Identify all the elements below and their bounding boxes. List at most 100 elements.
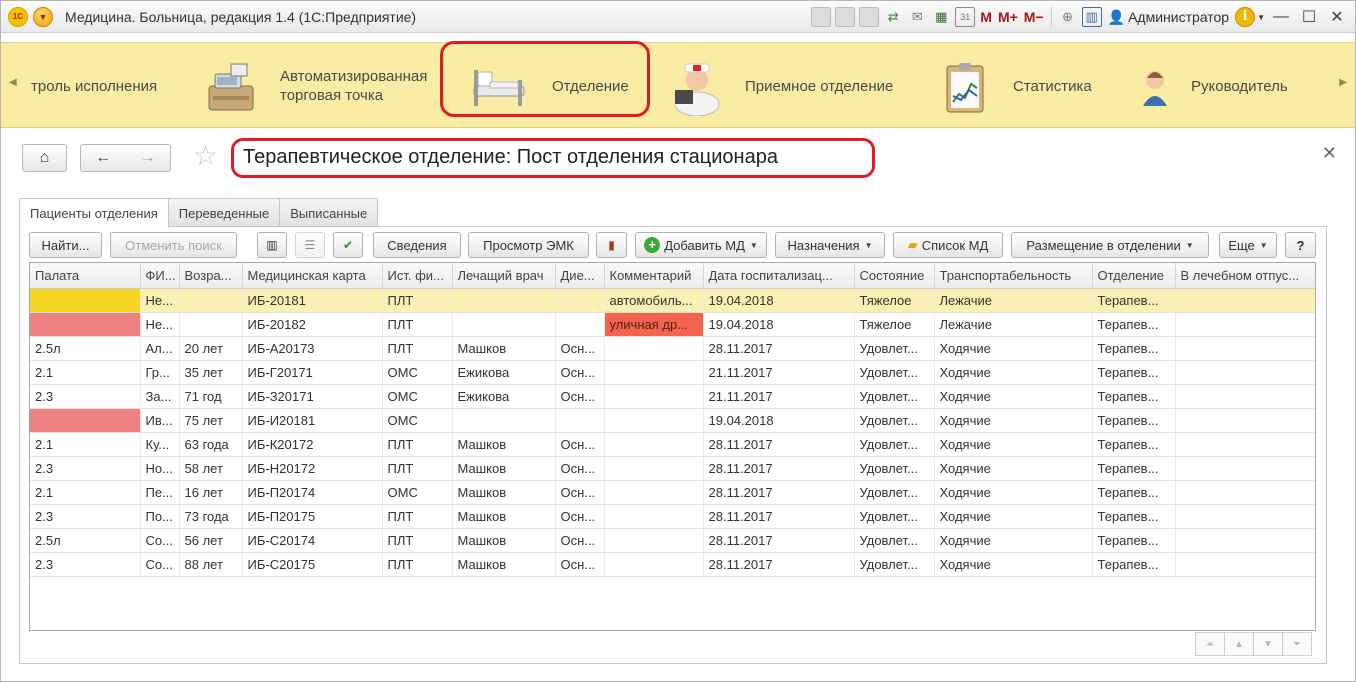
column-header[interactable]: ФИ... xyxy=(140,263,180,289)
form-title: Терапевтическое отделение: Пост отделени… xyxy=(243,146,778,168)
print-icon[interactable] xyxy=(835,7,856,27)
column-header[interactable]: Ист. фи... xyxy=(382,263,453,289)
find-button[interactable]: Найти... xyxy=(29,232,102,258)
md-list-button[interactable]: ▰ Список МД xyxy=(893,232,1003,258)
close-window-button[interactable]: ✕ xyxy=(1325,6,1349,28)
save-icon[interactable] xyxy=(811,7,832,27)
section-manager[interactable]: Руководитель xyxy=(1127,43,1288,129)
memory-m-minus-button[interactable]: M− xyxy=(1024,9,1044,25)
calendar-icon[interactable]: 31 xyxy=(955,7,976,27)
barcode-button[interactable]: ▥ xyxy=(257,232,287,258)
table-cell: 19.04.2018 xyxy=(703,288,855,313)
table-row[interactable]: 2.1 Ку... 63 года ИБ-К20172 ПЛТ Машков Осн... 2… xyxy=(30,432,1315,457)
minimize-button[interactable]: — xyxy=(1269,6,1293,28)
table-row[interactable]: Ив... 75 лет ИБ-И20181 ОМС 19.04.2018 Удовлет… xyxy=(30,408,1315,433)
section-admission[interactable]: Приемное отделение xyxy=(667,43,893,129)
details-button[interactable]: Сведения xyxy=(373,232,461,258)
tab-discharged[interactable]: Выписанные xyxy=(279,198,379,227)
add-md-button[interactable]: + Добавить МД ▼ xyxy=(635,232,767,258)
page-down-icon[interactable]: ▼ xyxy=(1253,632,1283,656)
clipboard-check-button[interactable]: ✔ xyxy=(333,232,363,258)
appointments-button[interactable]: Назначения ▼ xyxy=(775,232,885,258)
section-execution-control[interactable]: троль исполнения xyxy=(31,43,157,129)
column-header[interactable]: Комментарий xyxy=(604,263,704,289)
table-cell: Ходячие xyxy=(934,456,1093,481)
preview-icon[interactable] xyxy=(859,7,880,27)
table-cell: Ходячие xyxy=(934,504,1093,529)
favorite-star-icon[interactable]: ☆ xyxy=(193,142,218,170)
info-menu-caret-icon[interactable]: ▼ xyxy=(1257,13,1265,22)
back-arrow-icon[interactable]: ← xyxy=(95,149,111,167)
table-cell: Лежачие xyxy=(934,312,1093,337)
scroll-left-icon[interactable]: ◀ xyxy=(9,77,17,88)
table-cell: ПЛТ xyxy=(382,504,453,529)
user-menu[interactable]: 👤 Администратор xyxy=(1108,9,1229,26)
page-up-icon[interactable]: ▲ xyxy=(1224,632,1254,656)
table-cell: ИБ-С20175 xyxy=(242,552,383,577)
close-form-icon[interactable]: ✕ xyxy=(1322,143,1337,164)
column-header[interactable]: Транспортабельность xyxy=(934,263,1093,289)
column-header[interactable]: Отделение xyxy=(1092,263,1176,289)
table-row[interactable]: 2.3 За... 71 год ИБ-З20171 ОМС Ежикова Осн... 2… xyxy=(30,384,1315,409)
last-row-icon[interactable]: ⏷ xyxy=(1282,632,1312,656)
section-statistics[interactable]: Статистика xyxy=(937,43,1092,129)
patients-grid[interactable]: Палата ФИ... Возра... Медицинская карта Ист.… xyxy=(29,262,1316,631)
table-row[interactable]: Не... ИБ-20181 ПЛТ автомобиль... 19.04.2018 Т… xyxy=(30,288,1315,313)
document-list-button[interactable]: ☰ xyxy=(295,232,325,258)
view-emk-button[interactable]: Просмотр ЭМК xyxy=(468,232,589,258)
table-row[interactable]: 2.5л Ал... 20 лет ИБ-А20173 ПЛТ Машков Осн... 2… xyxy=(30,336,1315,361)
placement-button[interactable]: Размещение в отделении ▼ xyxy=(1011,232,1209,258)
user-name: Администратор xyxy=(1128,9,1230,25)
column-header[interactable]: Возра... xyxy=(179,263,243,289)
calculator-icon[interactable]: ▦ xyxy=(931,7,951,27)
email-icon[interactable]: ✉ xyxy=(907,7,927,27)
table-cell: ИБ-20181 xyxy=(242,288,383,313)
table-cell: ИБ-20182 xyxy=(242,312,383,337)
table-cell: Терапев... xyxy=(1092,504,1176,529)
table-row[interactable]: Не... ИБ-20182 ПЛТ уличная др... 19.04.2018 Т… xyxy=(30,312,1315,337)
table-cell: Ходячие xyxy=(934,432,1093,457)
table-row[interactable]: 2.3 По... 73 года ИБ-П20175 ПЛТ Машков Осн... 2… xyxy=(30,504,1315,529)
scroll-right-icon[interactable]: ▶ xyxy=(1339,77,1347,88)
maximize-button[interactable]: ☐ xyxy=(1297,6,1321,28)
tab-transferred[interactable]: Переведенные xyxy=(167,198,281,227)
table-row[interactable]: 2.5л Со... 56 лет ИБ-С20174 ПЛТ Машков Осн... 2… xyxy=(30,528,1315,553)
section-trading-point[interactable]: Автоматизированная торговая точка xyxy=(201,43,427,129)
table-row[interactable]: 2.1 Гр... 35 лет ИБ-Г20171 ОМС Ежикова Осн... 2… xyxy=(30,360,1315,385)
table-cell: ИБ-А20173 xyxy=(242,336,383,361)
help-button[interactable]: ? xyxy=(1285,232,1316,258)
column-header[interactable]: Лечащий врач xyxy=(452,263,556,289)
table-cell xyxy=(1175,288,1315,313)
memory-m-button[interactable]: M xyxy=(980,9,992,25)
panels-icon[interactable]: ▥ xyxy=(1081,7,1102,27)
home-button[interactable]: ⌂ xyxy=(22,144,67,172)
table-cell xyxy=(1175,504,1315,529)
window-title: Медицина. Больница, редакция 1.4 (1С:Пре… xyxy=(65,8,417,25)
info-icon[interactable]: i xyxy=(1235,7,1256,27)
table-row[interactable]: 2.3 Со... 88 лет ИБ-С20175 ПЛТ Машков Осн... 28… xyxy=(30,552,1315,577)
section-label: Статистика xyxy=(1013,77,1092,95)
tab-patients[interactable]: Пациенты отделения xyxy=(19,198,169,228)
section-label: Руководитель xyxy=(1191,77,1288,95)
cancel-search-button[interactable]: Отменить поиск xyxy=(110,232,237,258)
chart-button[interactable]: ▮ xyxy=(596,232,627,258)
more-button[interactable]: Еще ▼ xyxy=(1219,232,1277,258)
column-header[interactable]: Дата госпитализац... xyxy=(703,263,855,289)
column-header[interactable]: В лечебном отпус... xyxy=(1175,263,1315,289)
column-header[interactable]: Палата xyxy=(30,263,141,289)
column-header[interactable]: Состояние xyxy=(854,263,935,289)
forward-arrow-icon[interactable]: → xyxy=(140,149,156,167)
link-icon[interactable]: ⇄ xyxy=(883,7,903,27)
zoom-icon[interactable]: ⊕ xyxy=(1058,7,1078,27)
table-body: Не... ИБ-20181 ПЛТ автомобиль... 19.04.2018 Т… xyxy=(30,288,1315,577)
table-row[interactable]: 2.1 Пе... 16 лет ИБ-П20174 ОМС Машков Осн... 28… xyxy=(30,480,1315,505)
memory-m-plus-button[interactable]: M+ xyxy=(998,9,1018,25)
main-menu-icon[interactable]: ▼ xyxy=(33,6,53,27)
first-row-icon[interactable]: ⏶ xyxy=(1195,632,1225,656)
table-cell xyxy=(452,288,556,313)
column-header[interactable]: Дие... xyxy=(555,263,605,289)
column-header[interactable]: Медицинская карта xyxy=(242,263,383,289)
section-label: Автоматизированная торговая точка xyxy=(280,68,428,104)
table-row[interactable]: 2.3 Но... 58 лет ИБ-Н20172 ПЛТ Машков Осн... 28… xyxy=(30,456,1315,481)
section-department[interactable]: Отделение xyxy=(468,43,629,129)
